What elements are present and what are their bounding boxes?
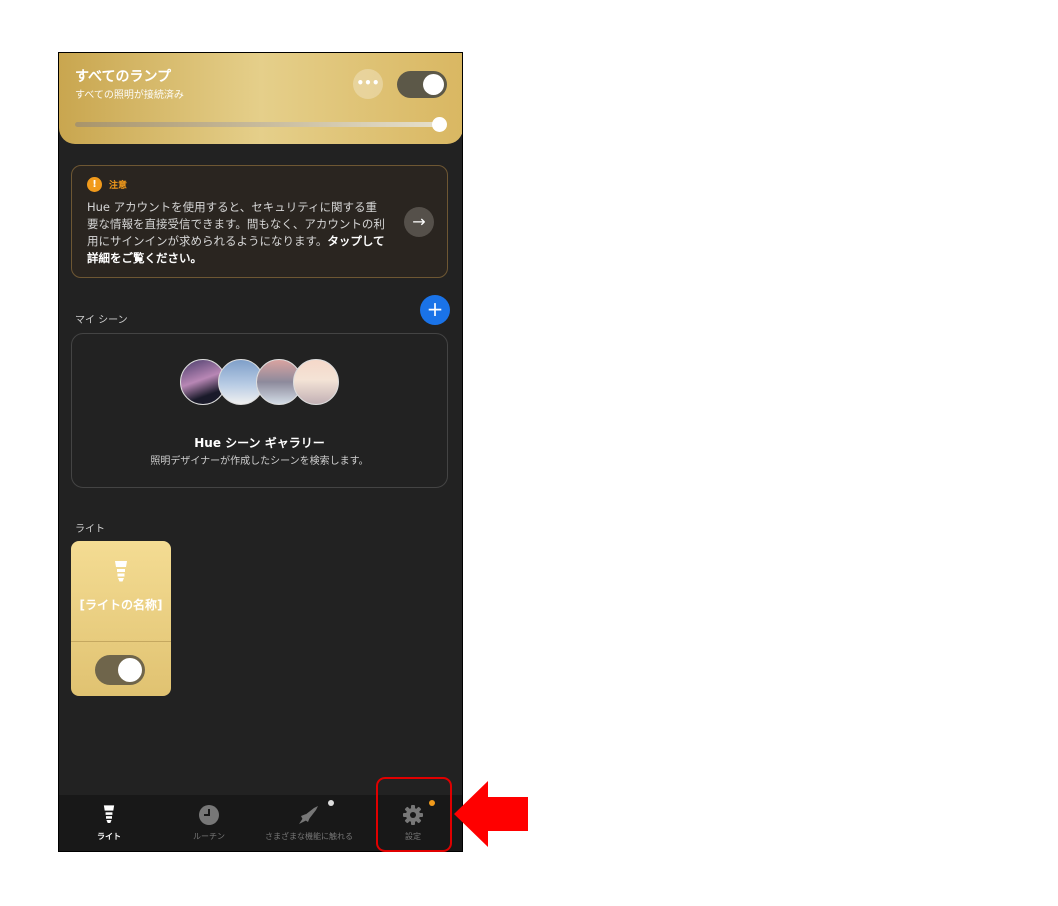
toggle-knob <box>118 658 142 682</box>
more-options-button[interactable]: ••• <box>353 69 383 99</box>
light-name: [ライトの名称] <box>79 598 163 612</box>
account-notice-card[interactable]: ! 注意 Hue アカウントを使用すると、セキュリティに関する重要な情報を直接受… <box>71 165 448 278</box>
scene-thumbnail <box>293 359 339 405</box>
nav-label: さまざまな機能に触れる <box>265 832 353 841</box>
nav-tab-explore[interactable]: さまざまな機能に触れる <box>259 795 359 851</box>
brightness-slider[interactable] <box>75 122 441 127</box>
divider <box>71 641 171 642</box>
nav-label: ライト <box>97 832 121 841</box>
header-subtitle: すべての照明が接続済み <box>75 90 184 101</box>
clock-icon <box>199 805 219 825</box>
light-power-toggle[interactable] <box>95 655 145 685</box>
gallery-title: Hue シーン ギャラリー <box>194 436 325 450</box>
plus-icon: + <box>426 297 444 321</box>
brightness-slider-handle[interactable] <box>432 117 447 132</box>
app-screen: すべてのランプ すべての照明が接続済み ••• ! 注意 Hue アカウントを使… <box>58 52 463 852</box>
exclamation-icon: ! <box>87 177 102 192</box>
add-scene-button[interactable]: + <box>420 295 450 325</box>
light-card[interactable]: [ライトの名称] <box>71 541 171 696</box>
notice-title: 注意 <box>109 181 128 191</box>
notice-arrow-button[interactable]: → <box>404 207 434 237</box>
bulb-icon <box>103 805 115 823</box>
nav-label: ルーチン <box>193 832 225 841</box>
notification-dot <box>328 800 334 806</box>
notice-body: Hue アカウントを使用すると、セキュリティに関する重要な情報を直接受信できます… <box>87 199 387 267</box>
bulb-icon <box>115 561 127 582</box>
all-lamps-power-toggle[interactable] <box>397 71 447 98</box>
scene-gallery-card[interactable]: Hue シーン ギャラリー 照明デザイナーが作成したシーンを検索します。 <box>71 333 448 488</box>
nav-tab-routines[interactable]: ルーチン <box>159 795 259 851</box>
nav-tab-lights[interactable]: ライト <box>59 795 159 851</box>
ellipsis-icon: ••• <box>356 76 380 90</box>
gallery-subtitle: 照明デザイナーが作成したシーンを検索します。 <box>150 456 369 467</box>
toggle-knob <box>423 74 444 95</box>
my-scenes-label: マイ シーン <box>75 315 128 326</box>
all-lamps-header[interactable]: すべてのランプ すべての照明が接続済み ••• <box>59 53 462 144</box>
header-title: すべてのランプ <box>75 69 172 85</box>
pointer-arrow-icon <box>454 781 528 847</box>
rocket-icon <box>299 806 318 824</box>
lights-section-label: ライト <box>75 524 105 535</box>
settings-highlight-box <box>376 777 452 852</box>
arrow-right-icon: → <box>412 212 426 231</box>
